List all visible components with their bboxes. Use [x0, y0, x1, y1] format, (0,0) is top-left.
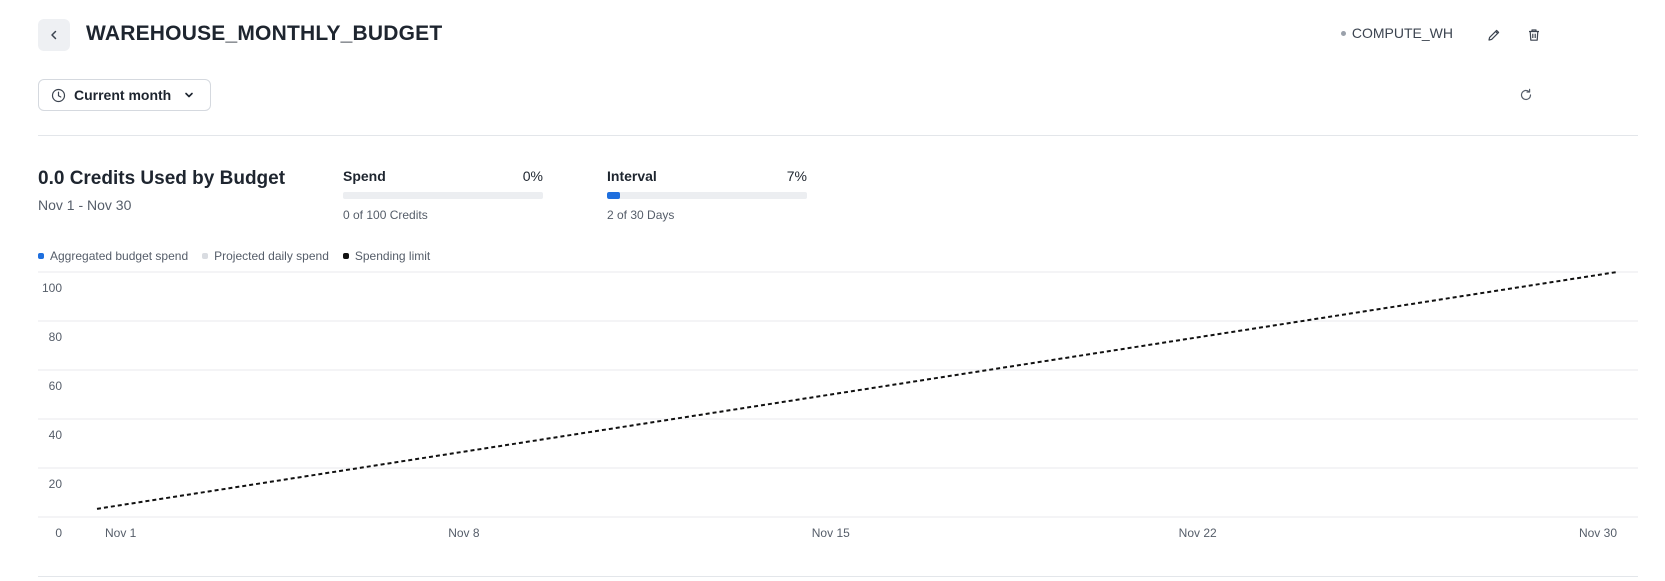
x-tick-label: Nov 22: [1179, 526, 1217, 540]
interval-label: Interval: [607, 168, 657, 184]
interval-progress-bar: [607, 192, 807, 199]
x-tick-label: Nov 30: [1579, 526, 1617, 540]
warehouse-name: COMPUTE_WH: [1351, 25, 1453, 41]
legend-swatch-limit: [342, 253, 349, 259]
budget-chart: 0 20 40 60 80 100 Nov 1 Nov 8 Nov 15 Nov 22 Nov 3…: [38, 271, 1638, 540]
trash-icon: [1529, 29, 1539, 41]
warehouse-badge: COMPUTE_WH: [1340, 25, 1453, 41]
legend-label-projected: Projected daily spend: [214, 249, 329, 263]
legend-item-aggregated[interactable]: Aggregated budget spend: [38, 249, 188, 263]
interval-metric: Interval 7% 2 of 30 Days: [607, 168, 807, 222]
page-title: WAREHOUSE_MONTHLY_BUDGET: [86, 22, 443, 45]
y-tick-label: 0: [55, 526, 62, 540]
clock-icon: [51, 88, 66, 102]
interval-percent: 7%: [786, 168, 807, 184]
spend-label: Spend: [343, 168, 386, 184]
y-tick-label: 60: [49, 379, 63, 393]
y-tick-label: 100: [42, 281, 62, 295]
legend-swatch-projected: [202, 253, 209, 259]
legend-swatch-aggregated: [38, 253, 44, 259]
x-tick-label: Nov 15: [812, 526, 850, 540]
spend-metric: Spend 0% 0 of 100 Credits: [343, 168, 543, 222]
y-tick-label: 80: [49, 330, 63, 344]
chart-legend: Aggregated budget spend Projected daily …: [38, 249, 430, 263]
refresh-button[interactable]: [1515, 84, 1537, 106]
header-divider: [38, 135, 1638, 136]
spend-detail: 0 of 100 Credits: [343, 208, 428, 222]
y-tick-label: 40: [49, 428, 63, 442]
interval-progress-fill: [607, 192, 621, 199]
summary-title: 0.0 Credits Used by Budget: [38, 168, 286, 189]
pencil-icon: [1488, 29, 1500, 41]
date-range-label: Current month: [74, 87, 172, 103]
delete-button[interactable]: [1523, 24, 1545, 46]
date-range-select[interactable]: Current month: [38, 79, 211, 111]
refresh-icon: [1520, 88, 1532, 101]
chevron-down-icon: [185, 92, 194, 98]
back-button[interactable]: [38, 19, 70, 51]
legend-label-limit: Spending limit: [354, 249, 431, 263]
chevron-left-icon: [51, 30, 57, 40]
spend-progress-bar: [343, 192, 543, 199]
legend-item-projected[interactable]: Projected daily spend: [202, 249, 329, 263]
x-tick-label: Nov 8: [448, 526, 480, 540]
y-tick-label: 20: [49, 477, 63, 491]
chart-bottom-divider: [38, 576, 1638, 577]
interval-detail: 2 of 30 Days: [607, 208, 675, 222]
legend-label-aggregated: Aggregated budget spend: [50, 249, 189, 263]
spend-percent: 0%: [522, 168, 543, 184]
legend-item-limit[interactable]: Spending limit: [342, 249, 431, 263]
summary-date-range: Nov 1 - Nov 30: [38, 197, 132, 213]
warehouse-dot-icon: [1340, 30, 1346, 36]
edit-button[interactable]: [1483, 24, 1505, 46]
x-tick-label: Nov 1: [105, 526, 137, 540]
series-spending-limit: [96, 271, 1618, 510]
